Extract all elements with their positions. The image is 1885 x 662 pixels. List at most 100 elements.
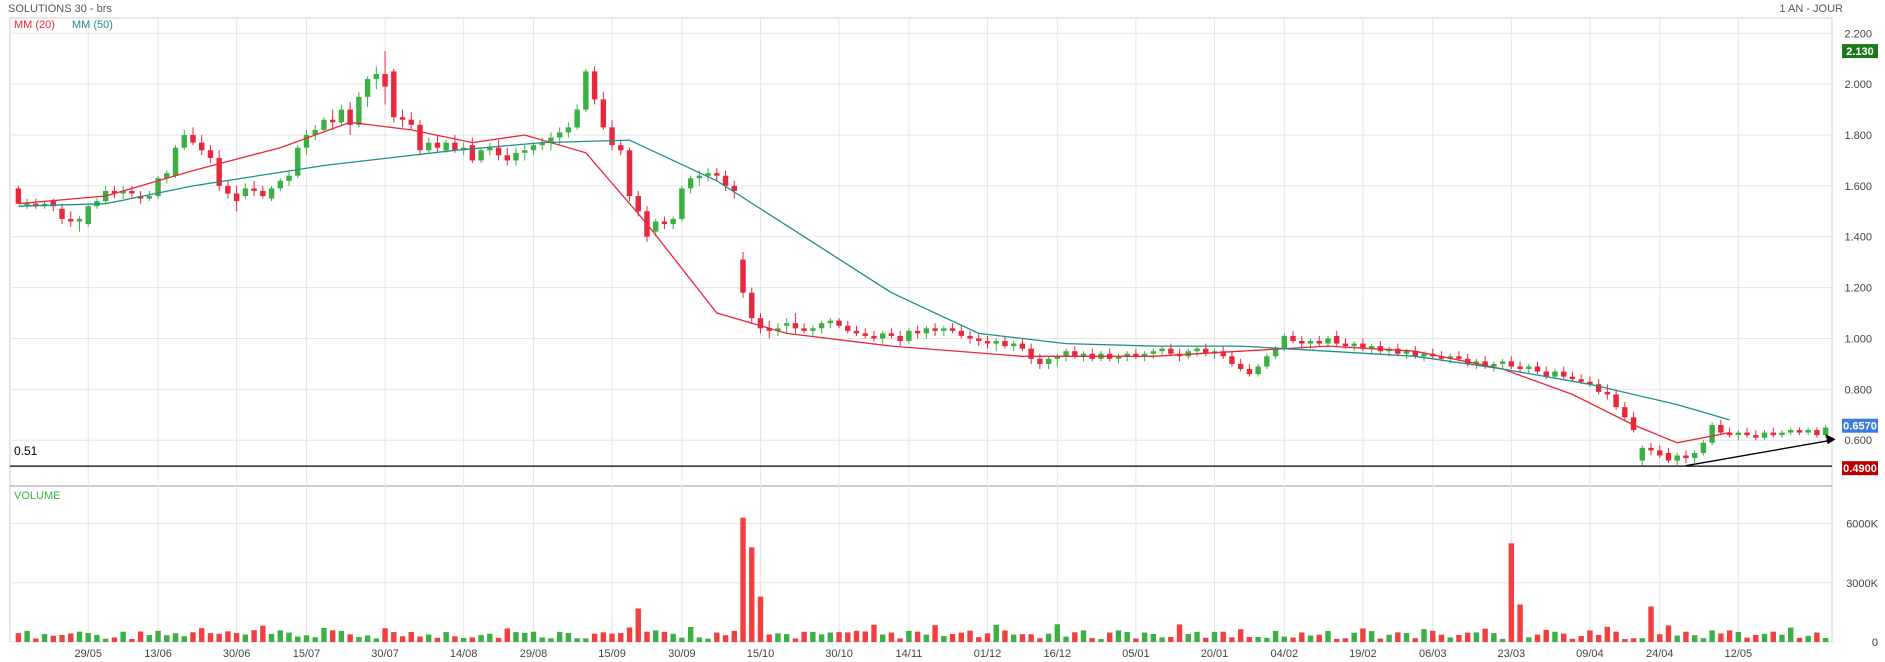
price-tick-label: 2.000 [1844,79,1872,91]
volume-bar [618,633,624,642]
volume-bar [41,634,48,642]
volume-bar [1761,633,1768,642]
candle-body [260,190,266,197]
trend-arrow-line [1685,439,1832,467]
candle-body [1028,348,1034,359]
candle-body [242,188,249,197]
candle-body [932,328,938,331]
candle-body [609,127,615,146]
candle-body [1665,452,1672,461]
volume-bar [1735,631,1742,642]
volume-bar [1709,630,1715,642]
candle-body [1325,338,1331,344]
volume-bar [1744,637,1750,642]
volume-bar [1395,632,1401,642]
candle-body [1718,424,1724,433]
volume-bar [1657,634,1663,642]
candle-body [225,185,231,194]
volume-bar [338,630,345,642]
candle-body [277,180,283,189]
volume-bar [574,638,580,642]
candle-body [670,218,676,225]
volume-bar [1595,634,1602,642]
volume-bar [1796,637,1803,642]
volume-bar [268,633,275,642]
volume-bar [914,631,921,642]
date-tick-label: 29/08 [520,648,548,660]
candle-body [722,175,729,186]
candle-body [1499,361,1506,364]
candle-body [1299,341,1305,344]
volume-bar [993,624,999,642]
volume-bar [1150,634,1157,642]
volume-bar [216,633,222,642]
candle-body [1421,353,1427,357]
volume-bar [1569,638,1576,642]
candle-body [321,119,327,130]
candle-body [1395,348,1401,354]
volume-bar [1622,639,1628,642]
price-tick-label: 1.000 [1844,333,1872,345]
volume-bar [15,633,22,642]
candle-body [1010,343,1017,347]
volume-bar [146,635,153,642]
volume-bar [76,631,83,642]
volume-bar [932,625,938,642]
candle-body [836,320,842,326]
candle-body [1683,455,1689,459]
last-price-badge: 2.130 [1846,46,1874,58]
candle-body [1561,371,1567,377]
volume-bar [1421,629,1427,642]
candle-body [661,221,668,225]
volume-bar [1683,631,1689,642]
volume-bar [626,627,633,642]
volume-bar [1115,630,1122,642]
volume-bar [609,633,615,642]
price-tick-label: 1.200 [1844,283,1872,295]
date-tick-label: 15/09 [598,648,626,660]
volume-bar [1430,630,1436,642]
volume-bar [1464,632,1471,642]
volume-bar [33,638,39,642]
candle-body [1403,351,1410,354]
volume-bar [740,517,746,642]
date-tick-label: 05/01 [1122,648,1150,660]
volume-bar [426,634,432,642]
volume-bar [286,632,292,642]
candle-body [862,333,868,336]
candle-body [76,218,83,222]
volume-bar [1753,634,1759,642]
candle-body [1674,455,1680,461]
candle-body [845,325,851,331]
volume-bar [644,631,650,642]
volume-bar [862,631,868,642]
candle-body [993,341,999,344]
volume-bar [1517,604,1523,642]
ma20-line [18,121,1730,444]
candle-body [1744,432,1750,436]
date-tick-label: 16/12 [1044,648,1072,660]
chart-frame [9,17,1833,643]
volume-bar [653,630,659,642]
volume-bar [976,637,982,642]
candle-body [504,155,510,161]
volume-bar [1543,629,1549,642]
candle-body [792,323,799,329]
candle-body [1019,343,1026,349]
volume-bar [1726,630,1733,642]
volume-bar [1019,634,1026,642]
candle-body [1691,452,1698,459]
candle-body [85,206,91,225]
candle-body [1788,430,1794,433]
candle-body [172,147,179,176]
candle-body [399,117,406,120]
volume-bar [1674,635,1680,642]
volume-bar [85,633,91,642]
candle-body [443,142,449,151]
candle-body [1159,348,1165,352]
candle-body [1569,376,1576,380]
volume-bar [94,634,100,642]
volume-bar [1456,635,1462,642]
volume-bar [1229,637,1235,642]
volume-bar [111,637,118,642]
